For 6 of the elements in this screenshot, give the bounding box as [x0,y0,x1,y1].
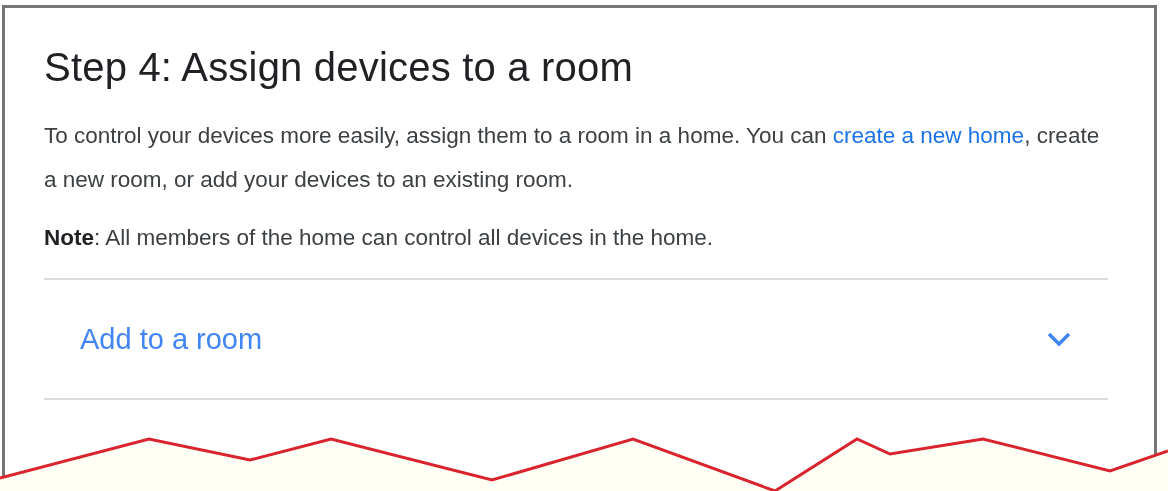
step-heading: Step 4: Assign devices to a room [44,44,634,91]
add-to-room-expander[interactable]: Add to a room [44,280,1108,398]
chevron-icon [1046,331,1072,347]
create-home-link[interactable]: create a new home [832,123,1025,148]
note-text: Note: All members of the home can control all devices in the home. [44,224,715,252]
intro-paragraph: To control your devices more easily, assign them to a room in a home. You can create a new home, create a new room, or add your devices to an existing room. [44,122,1101,194]
